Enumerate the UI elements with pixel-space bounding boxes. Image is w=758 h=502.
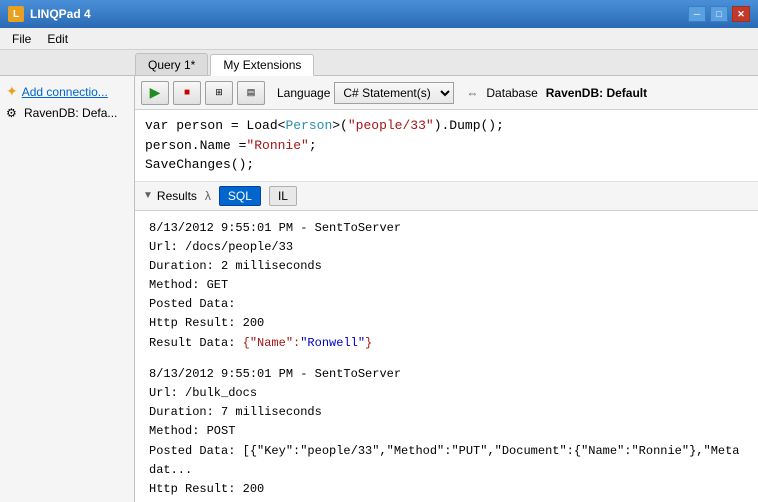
results-section[interactable]: ▼ Results (143, 189, 197, 203)
output-method-1: Method: GET (149, 276, 744, 295)
output-posted-2: Posted Data: [{"Key":"people/33","Method… (149, 442, 744, 480)
triangle-icon: ▼ (143, 190, 153, 201)
lambda-icon: λ (205, 189, 211, 203)
title-bar: L LINQPad 4 ─ □ ✕ (0, 0, 758, 28)
code-editor[interactable]: var person = Load<Person>("people/33").D… (135, 110, 758, 182)
grid-view-button[interactable]: ⊞ (205, 81, 233, 105)
tab-sql[interactable]: SQL (219, 186, 261, 206)
gear-icon: ⚙ (6, 106, 20, 120)
output-header-2: 8/13/2012 9:55:01 PM - SentToServer (149, 365, 744, 384)
run-button[interactable]: ▶ (141, 81, 169, 105)
output-area: 8/13/2012 9:55:01 PM - SentToServer Url:… (135, 211, 758, 502)
output-duration-2: Duration: 7 milliseconds (149, 403, 744, 422)
output-http-2: Http Result: 200 (149, 480, 744, 499)
output-posted-1: Posted Data: (149, 295, 744, 314)
add-connection-label[interactable]: Add connectio... (22, 85, 108, 99)
sidebar-item-add-connection[interactable]: ✦ Add connectio... (0, 80, 134, 103)
sidebar-item-ravendb[interactable]: ⚙ RavenDB: Defa... (0, 103, 134, 123)
ravendb-label: RavenDB: Defa... (24, 106, 117, 120)
sidebar: ✦ Add connectio... ⚙ RavenDB: Defa... (0, 76, 135, 502)
tab-my-extensions[interactable]: My Extensions (210, 54, 314, 76)
code-line-3: SaveChanges(); (145, 155, 748, 175)
code-line-1: var person = Load<Person>("people/33").D… (145, 116, 748, 136)
results-tabs-bar: ▼ Results λ SQL IL (135, 182, 758, 211)
toolbar: ▶ ■ ⊞ ▤ Language C# Statement(s) C# Expr… (135, 76, 758, 110)
content-area: ▶ ■ ⊞ ▤ Language C# Statement(s) C# Expr… (135, 76, 758, 502)
menu-bar: File Edit (0, 28, 758, 50)
app-icon: L (8, 6, 24, 22)
output-section-1: 8/13/2012 9:55:01 PM - SentToServer Url:… (149, 219, 744, 353)
output-section-2: 8/13/2012 9:55:01 PM - SentToServer Url:… (149, 365, 744, 502)
db-arrow-icon: ⇔ (466, 86, 478, 100)
output-url-1: Url: /docs/people/33 (149, 238, 744, 257)
main-layout: ✦ Add connectio... ⚙ RavenDB: Defa... ▶ … (0, 76, 758, 502)
results-label: Results (157, 189, 197, 203)
star-icon: ✦ (6, 83, 18, 100)
menu-edit[interactable]: Edit (39, 30, 76, 48)
tab-bar: Query 1* My Extensions (0, 50, 758, 76)
minimize-button[interactable]: ─ (688, 6, 706, 22)
output-http-1: Http Result: 200 (149, 314, 744, 333)
output-header-1: 8/13/2012 9:55:01 PM - SentToServer (149, 219, 744, 238)
language-label: Language (277, 86, 330, 100)
output-duration-1: Duration: 2 milliseconds (149, 257, 744, 276)
close-button[interactable]: ✕ (732, 6, 750, 22)
menu-file[interactable]: File (4, 30, 39, 48)
stop-button[interactable]: ■ (173, 81, 201, 105)
app-title: LINQPad 4 (30, 7, 91, 21)
maximize-button[interactable]: □ (710, 6, 728, 22)
tab-il[interactable]: IL (269, 186, 297, 206)
tab-query1[interactable]: Query 1* (135, 53, 208, 75)
database-label: Database (486, 86, 537, 100)
output-url-2: Url: /bulk_docs (149, 384, 744, 403)
output-result-1: Result Data: {"Name":"Ronwell"} (149, 334, 744, 353)
output-method-2: Method: POST (149, 422, 744, 441)
code-line-2: person.Name = "Ronnie"; (145, 136, 748, 156)
database-value: RavenDB: Default (546, 86, 647, 100)
table-view-button[interactable]: ▤ (237, 81, 265, 105)
window-controls: ─ □ ✕ (688, 6, 750, 22)
language-select[interactable]: C# Statement(s) C# Expression SQL (334, 82, 454, 104)
